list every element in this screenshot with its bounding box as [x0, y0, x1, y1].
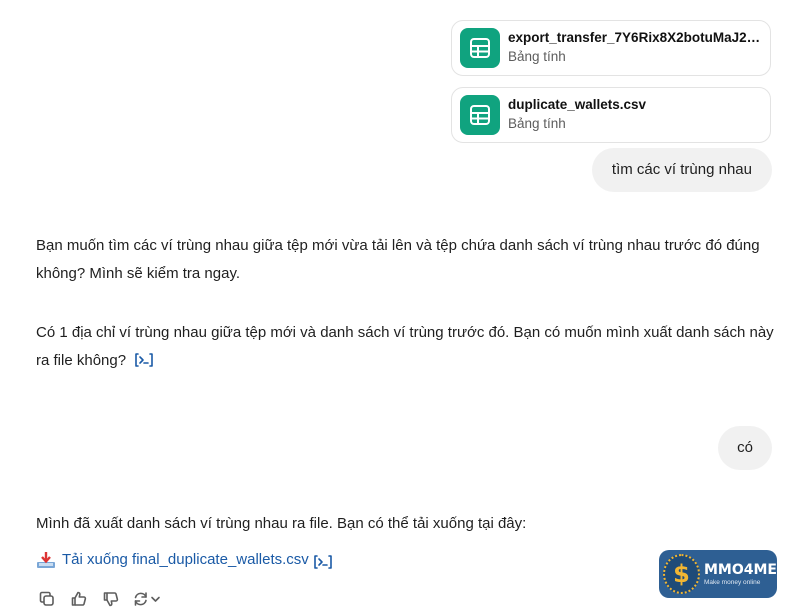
chevron-down-icon: [151, 596, 160, 602]
copy-icon[interactable]: [36, 588, 58, 610]
assistant-message-paragraph: Mình đã xuất danh sách ví trùng nhau ra …: [36, 515, 527, 532]
watermark-subtitle: Make money online: [703, 578, 761, 586]
attachment-name: duplicate_wallets.csv: [508, 97, 647, 112]
thumbs-up-icon[interactable]: [68, 588, 90, 610]
code-interpreter-icon[interactable]: [134, 350, 154, 367]
assistant-message-paragraph: Có 1 địa chỉ ví trùng nhau giữa tệp mới …: [36, 319, 776, 375]
attachment-card[interactable]: export_transfer_7Y6Rix8X2botuMaJ2m... Bả…: [451, 20, 771, 76]
spreadsheet-icon: [460, 95, 500, 135]
user-message: có: [718, 426, 772, 470]
spreadsheet-icon: [460, 28, 500, 68]
download-tray-icon: [36, 551, 56, 569]
attachment-card[interactable]: duplicate_wallets.csv Bảng tính: [451, 87, 771, 143]
regenerate-icon[interactable]: [132, 588, 162, 610]
thumbs-down-icon[interactable]: [100, 588, 122, 610]
message-actions: [36, 588, 162, 610]
watermark-logo: $ MMO4ME Make money online: [659, 550, 777, 598]
attachment-name: export_transfer_7Y6Rix8X2botuMaJ2m...: [508, 30, 764, 45]
dollar-badge-icon: $: [663, 554, 700, 594]
attachment-type: Bảng tính: [508, 116, 566, 131]
download-row: Tải xuống final_duplicate_wallets.csv: [36, 546, 333, 574]
assistant-message-paragraph: Bạn muốn tìm các ví trùng nhau giữa tệp …: [36, 237, 760, 282]
watermark-title: MMO4ME: [703, 561, 777, 578]
download-link[interactable]: Tải xuống final_duplicate_wallets.csv: [62, 546, 309, 574]
user-message: tìm các ví trùng nhau: [591, 148, 772, 192]
code-interpreter-icon[interactable]: [313, 552, 333, 569]
attachment-type: Bảng tính: [508, 49, 566, 64]
